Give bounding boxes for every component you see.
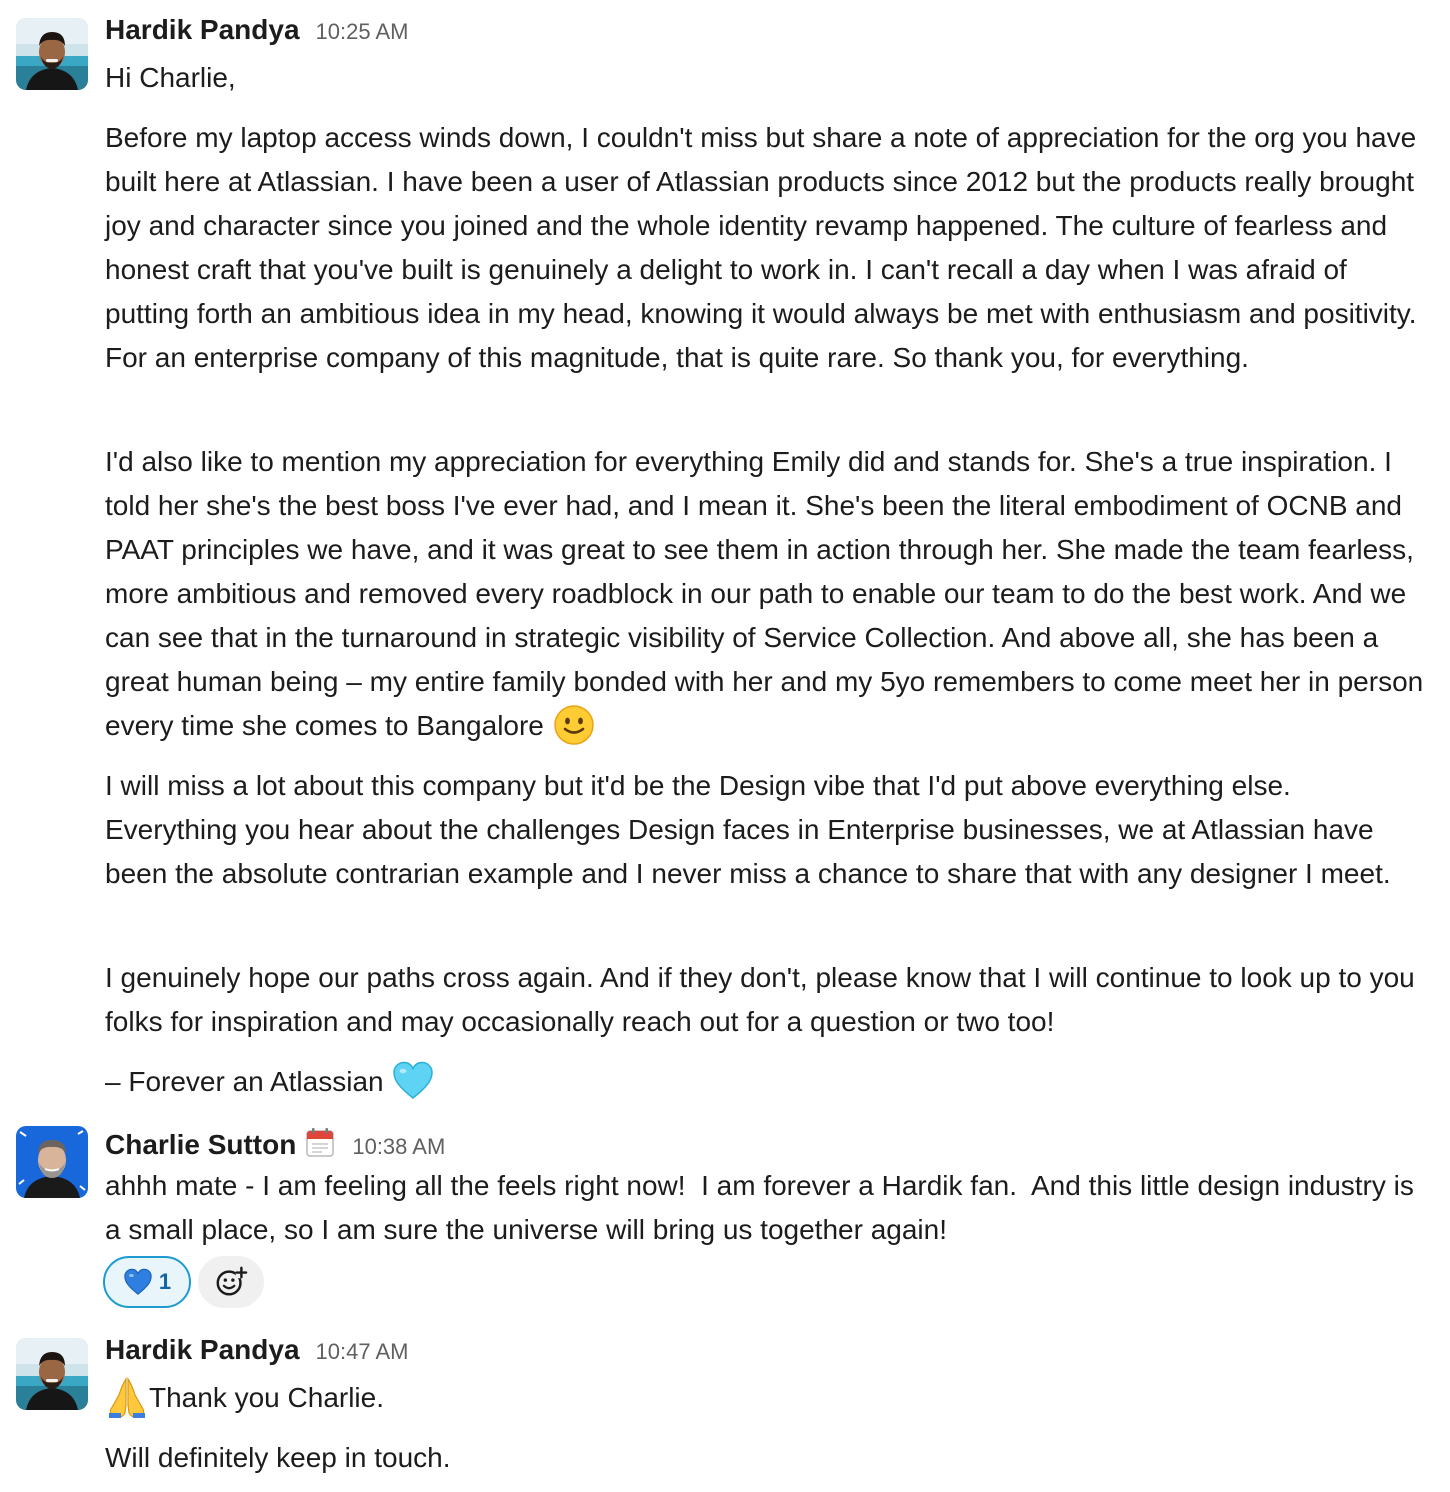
- message-header: Charlie Sutton 10:38 AM: [105, 1122, 445, 1161]
- light-blue-heart-icon: [393, 1061, 434, 1099]
- add-reaction-icon: [216, 1266, 248, 1296]
- sender-name[interactable]: Hardik Pandya: [105, 1334, 300, 1366]
- avatar-hardik-image: [16, 18, 88, 90]
- timestamp[interactable]: 10:47 AM: [316, 1339, 409, 1365]
- message-paragraph: – Forever an Atlassian: [105, 1060, 1430, 1104]
- timestamp[interactable]: 10:25 AM: [316, 19, 409, 45]
- message-paragraph-text: Thank you Charlie.: [149, 1382, 385, 1413]
- avatar-hardik[interactable]: [16, 1338, 88, 1410]
- message-header: Hardik Pandya 10:25 AM: [105, 14, 408, 46]
- message-paragraph-text: – Forever an Atlassian: [105, 1066, 384, 1097]
- message-header: Hardik Pandya 10:47 AM: [105, 1334, 408, 1366]
- folded-hands-icon: [109, 1376, 145, 1418]
- message-paragraph: Thank you Charlie.: [105, 1376, 1430, 1420]
- message-paragraph: I genuinely hope our paths cross again. …: [105, 962, 1423, 1037]
- reaction-blue-heart[interactable]: 1: [103, 1256, 191, 1308]
- message-paragraph: Will definitely keep in touch.: [105, 1442, 451, 1473]
- message-paragraph: I'd also like to mention my appreciation…: [105, 440, 1430, 748]
- avatar-hardik[interactable]: [16, 18, 88, 90]
- avatar-charlie[interactable]: [16, 1126, 88, 1198]
- blue-heart-icon: [124, 1268, 152, 1295]
- slightly-smiling-face-icon: [553, 704, 594, 745]
- add-reaction-button[interactable]: [198, 1256, 264, 1308]
- message-paragraph: ahhh mate - I am feeling all the feels r…: [105, 1170, 1422, 1245]
- avatar-charlie-image: [16, 1126, 88, 1198]
- sender-name[interactable]: Charlie Sutton: [105, 1129, 296, 1161]
- message-paragraph-text: I'd also like to mention my appreciation…: [105, 446, 1431, 741]
- message-paragraph: Before my laptop access winds down, I co…: [105, 122, 1425, 373]
- sender-name[interactable]: Hardik Pandya: [105, 14, 300, 46]
- avatar-hardik-image: [16, 1338, 88, 1410]
- message-paragraph: I will miss a lot about this company but…: [105, 770, 1391, 889]
- calendar-icon[interactable]: [304, 1126, 336, 1158]
- message-paragraph: Hi Charlie,: [105, 62, 236, 93]
- timestamp[interactable]: 10:38 AM: [352, 1134, 445, 1160]
- reaction-count: 1: [158, 1269, 172, 1294]
